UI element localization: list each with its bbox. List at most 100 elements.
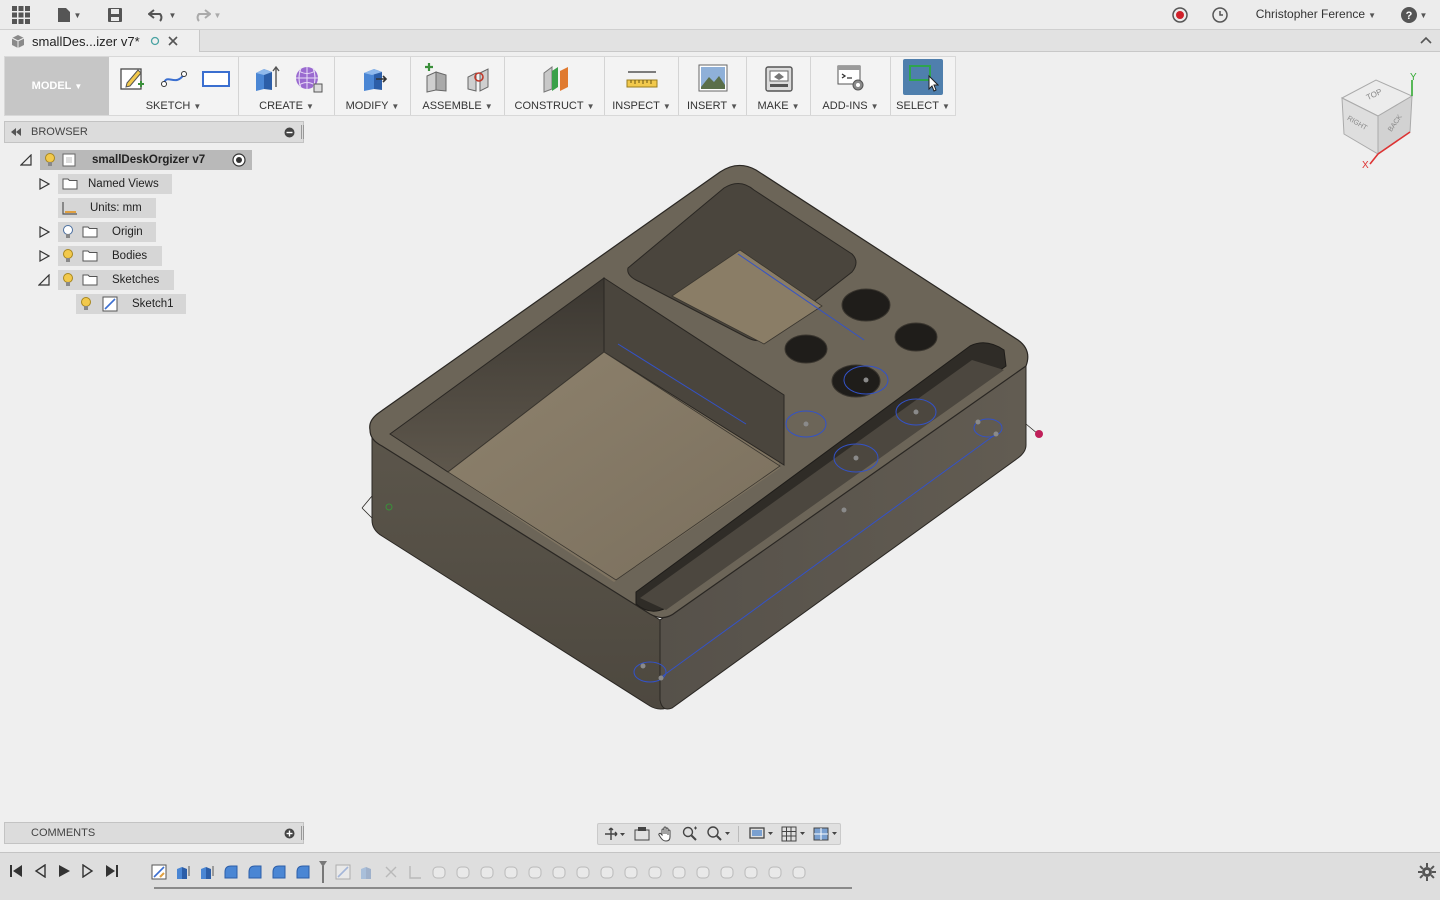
- browser-panel-header[interactable]: BROWSER: [4, 121, 304, 143]
- timeline-combine-icon[interactable]: [502, 863, 520, 881]
- construct-group[interactable]: CONSTRUCT ▼: [505, 57, 605, 115]
- timeline-combine-icon[interactable]: [622, 863, 640, 881]
- create-group[interactable]: CREATE ▼: [239, 57, 335, 115]
- expand-toggle-icon[interactable]: [38, 178, 50, 190]
- timeline-fillet-icon[interactable]: [270, 863, 288, 881]
- step-back-icon[interactable]: [32, 863, 48, 879]
- help-icon[interactable]: ? ▼: [1398, 5, 1430, 25]
- line-icon[interactable]: [158, 62, 190, 94]
- measure-icon[interactable]: [626, 62, 658, 94]
- orbit-icon[interactable]: [602, 826, 628, 842]
- browser-item-units[interactable]: Units: mm: [58, 198, 156, 218]
- document-tab[interactable]: smallDes...izer v7*: [0, 30, 200, 52]
- lightbulb-icon[interactable]: [80, 297, 92, 311]
- sketch-group[interactable]: SKETCH ▼: [109, 57, 239, 115]
- insert-image-icon[interactable]: [697, 62, 729, 94]
- panel-resize-handle[interactable]: [301, 826, 304, 840]
- add-ins-group[interactable]: ADD-INS ▼: [811, 57, 891, 115]
- press-pull-icon[interactable]: [357, 62, 389, 94]
- rectangle-icon[interactable]: [200, 62, 232, 94]
- lightbulb-icon[interactable]: [62, 273, 74, 287]
- grid-settings-icon[interactable]: [780, 826, 808, 842]
- browser-item-sketches[interactable]: Sketches: [58, 270, 174, 290]
- timeline-sketch-icon[interactable]: [334, 863, 352, 881]
- timeline-extrude-icon[interactable]: [174, 863, 192, 881]
- close-tab-icon[interactable]: [168, 36, 178, 46]
- timeline-combine-icon[interactable]: [742, 863, 760, 881]
- comments-panel-header[interactable]: COMMENTS: [4, 822, 304, 844]
- user-name[interactable]: Christopher Ference ▼: [1256, 7, 1376, 21]
- lightbulb-off-icon[interactable]: [62, 225, 74, 239]
- collapse-panel-icon[interactable]: [10, 127, 22, 137]
- timeline-extrude-icon[interactable]: [198, 863, 216, 881]
- go-to-end-icon[interactable]: [104, 863, 120, 879]
- form-icon[interactable]: [292, 62, 324, 94]
- expand-toggle-icon[interactable]: [20, 154, 32, 166]
- print-3d-icon[interactable]: [763, 62, 795, 94]
- job-status-icon[interactable]: [1210, 5, 1230, 25]
- timeline-move-icon[interactable]: [382, 863, 400, 881]
- panel-resize-handle[interactable]: [301, 125, 304, 139]
- assemble-group[interactable]: ASSEMBLE ▼: [411, 57, 505, 115]
- pan-icon[interactable]: [656, 826, 676, 842]
- offset-plane-icon[interactable]: [539, 62, 571, 94]
- record-icon[interactable]: [1170, 5, 1190, 25]
- desk-organizer-model[interactable]: [310, 120, 1440, 820]
- timeline-combine-icon[interactable]: [790, 863, 808, 881]
- plus-circle-icon[interactable]: [284, 828, 295, 839]
- timeline-combine-icon[interactable]: [670, 863, 688, 881]
- timeline-combine-icon[interactable]: [454, 863, 472, 881]
- scripts-icon[interactable]: [835, 62, 867, 94]
- new-component-icon[interactable]: [421, 62, 453, 94]
- redo-icon[interactable]: ▼: [190, 5, 224, 25]
- expand-toggle-icon[interactable]: [38, 250, 50, 262]
- timeline-combine-icon[interactable]: [430, 863, 448, 881]
- timeline-sketch-icon[interactable]: [150, 863, 168, 881]
- file-menu-icon[interactable]: ▼: [54, 5, 84, 25]
- timeline-combine-icon[interactable]: [646, 863, 664, 881]
- make-group[interactable]: MAKE ▼: [747, 57, 811, 115]
- expand-toggle-icon[interactable]: [38, 274, 50, 286]
- activate-radio-icon[interactable]: [232, 153, 246, 167]
- timeline-combine-icon[interactable]: [718, 863, 736, 881]
- timeline-marker-icon[interactable]: [318, 861, 328, 883]
- timeline-fillet-icon[interactable]: [294, 863, 312, 881]
- timeline-combine-icon[interactable]: [526, 863, 544, 881]
- timeline-align-icon[interactable]: [406, 863, 424, 881]
- minus-circle-icon[interactable]: [284, 127, 295, 138]
- undo-icon[interactable]: ▼: [145, 5, 179, 25]
- create-sketch-icon[interactable]: [116, 62, 148, 94]
- timeline-combine-icon[interactable]: [574, 863, 592, 881]
- timeline-combine-icon[interactable]: [694, 863, 712, 881]
- browser-item-named-views[interactable]: Named Views: [58, 174, 172, 194]
- timeline-fillet-icon[interactable]: [246, 863, 264, 881]
- timeline-combine-icon[interactable]: [550, 863, 568, 881]
- collapse-toolbar-icon[interactable]: [1420, 35, 1432, 45]
- save-icon[interactable]: [105, 5, 125, 25]
- timeline-fillet-icon[interactable]: [222, 863, 240, 881]
- timeline-settings-gear-icon[interactable]: [1418, 863, 1436, 881]
- lightbulb-icon[interactable]: [62, 249, 74, 263]
- expand-toggle-icon[interactable]: [38, 226, 50, 238]
- look-at-icon[interactable]: [632, 826, 652, 842]
- step-forward-icon[interactable]: [80, 863, 96, 879]
- timeline-combine-icon[interactable]: [478, 863, 496, 881]
- timeline-combine-icon[interactable]: [766, 863, 784, 881]
- insert-group[interactable]: INSERT ▼: [679, 57, 747, 115]
- workspace-switcher[interactable]: MODEL ▼: [5, 57, 109, 115]
- play-icon[interactable]: [56, 863, 72, 879]
- timeline-combine-icon[interactable]: [598, 863, 616, 881]
- extrude-icon[interactable]: [250, 62, 282, 94]
- inspect-group[interactable]: INSPECT ▼: [605, 57, 679, 115]
- zoom-icon[interactable]: [680, 826, 700, 842]
- select-group[interactable]: SELECT ▼: [891, 57, 955, 115]
- app-grid-icon[interactable]: [10, 5, 32, 25]
- lightbulb-icon[interactable]: [44, 153, 56, 167]
- select-icon[interactable]: [903, 59, 943, 95]
- browser-item-bodies[interactable]: Bodies: [58, 246, 162, 266]
- joint-icon[interactable]: [463, 62, 495, 94]
- browser-item-origin[interactable]: Origin: [58, 222, 156, 242]
- fit-icon[interactable]: [704, 826, 734, 842]
- go-to-start-icon[interactable]: [8, 863, 24, 879]
- browser-item-sketch1[interactable]: Sketch1: [76, 294, 186, 314]
